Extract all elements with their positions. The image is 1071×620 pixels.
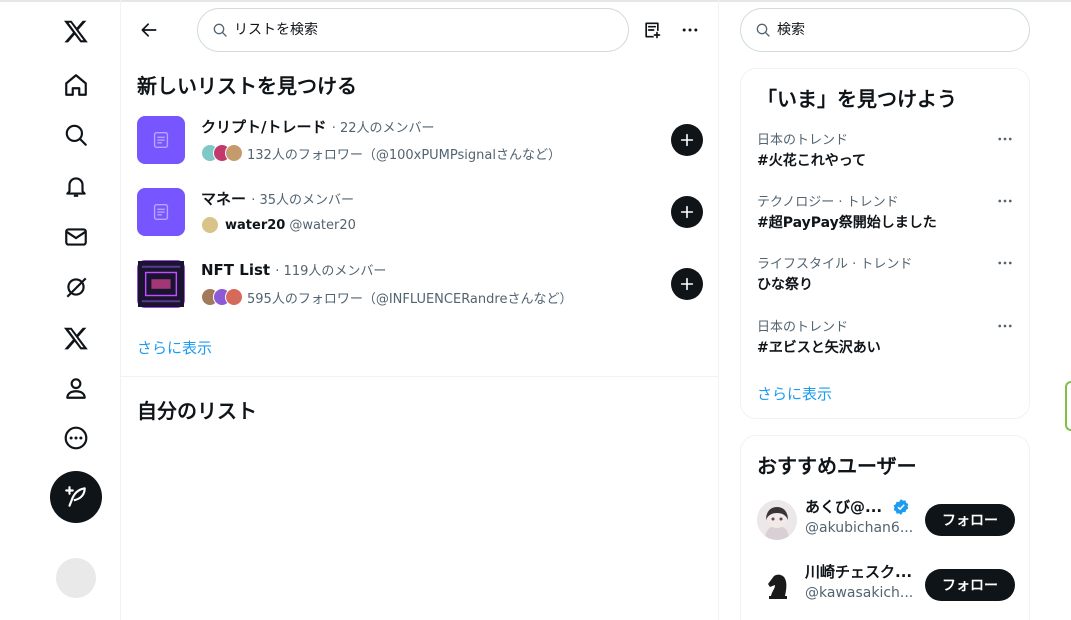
list-search-input[interactable] <box>234 22 594 38</box>
follow-list-button[interactable] <box>671 268 703 300</box>
search-icon <box>213 23 227 37</box>
user-handle: @kawasakich... <box>805 585 914 601</box>
list-thumbnail <box>137 188 185 236</box>
list-member-count: · 119人のメンバー <box>275 264 387 279</box>
list-thumbnail <box>137 116 185 164</box>
list-followers: 132人のフォロワー（@100xPUMPsignalさんなど） <box>201 142 561 164</box>
trend-name: #超PayPay祭開始しました <box>757 215 937 231</box>
trend-more-button[interactable] <box>993 316 1017 336</box>
more-icon[interactable] <box>50 418 102 458</box>
notifications-icon[interactable] <box>50 166 102 206</box>
show-more-trends-link[interactable]: さらに表示 <box>757 383 832 404</box>
list-title: NFT List · 119人のメンバー <box>201 261 387 279</box>
trends-card: 「いま」を見つけよう 日本のトレンド #火花これやって テクノロジー · トレン… <box>740 68 1030 419</box>
account-avatar[interactable] <box>56 558 96 598</box>
left-navigation <box>0 0 121 620</box>
list-followers: 595人のフォロワー（@INFLUENCERandreさんなど） <box>201 286 572 308</box>
trend-item[interactable]: テクノロジー · トレンド #超PayPay祭開始しました <box>757 191 1017 239</box>
x-logo-icon[interactable] <box>50 11 102 51</box>
user-avatar <box>757 565 797 605</box>
trend-name: #ヱビスと矢沢あい <box>757 340 881 356</box>
who-to-follow-card: おすすめユーザー あくび@... @akubichan6... フォロー 川崎チ… <box>740 435 1030 620</box>
ellipsis-icon <box>998 324 1012 328</box>
arrow-left-icon <box>141 23 157 37</box>
list-search-box[interactable] <box>197 8 629 52</box>
global-search-input[interactable] <box>777 22 1007 38</box>
user-handle: @akubichan6... <box>805 520 914 536</box>
more-options-button[interactable] <box>675 15 705 45</box>
ellipsis-icon <box>998 199 1012 203</box>
owner-handle: @water20 <box>289 217 356 233</box>
trend-name: #火花これやって <box>757 153 867 169</box>
suggested-user[interactable]: あくび@... @akubichan6... フォロー <box>757 496 1015 544</box>
main-column: 新しいリストを見つける クリプト/トレード · 22人のメンバー 132人のフォ… <box>121 0 719 620</box>
trend-item[interactable]: ライフスタイル · トレンド ひな祭り <box>757 253 1017 301</box>
list-item[interactable]: クリプト/トレード · 22人のメンバー 132人のフォロワー（@100xPUM… <box>137 116 703 178</box>
profile-icon[interactable] <box>50 368 102 408</box>
trend-category: 日本のトレンド <box>757 320 849 335</box>
ellipsis-icon <box>998 137 1012 141</box>
suggested-user[interactable]: 川崎チェスク... @kawasakich... フォロー <box>757 561 1015 609</box>
grok-icon[interactable] <box>50 267 102 307</box>
list-item[interactable]: マネー · 35人のメンバー water20 @water20 <box>137 188 703 250</box>
follower-avatars <box>201 288 243 306</box>
user-display-name: あくび@... <box>805 496 910 517</box>
user-display-name: 川崎チェスク... <box>805 563 913 581</box>
trend-category: 日本のトレンド <box>757 133 849 148</box>
owner-name: water20 <box>225 217 286 233</box>
messages-icon[interactable] <box>50 217 102 257</box>
show-more-link[interactable]: さらに表示 <box>137 337 212 358</box>
list-item[interactable]: NFT List · 119人のメンバー 595人のフォロワー（@INFLUEN… <box>137 260 703 322</box>
explore-icon[interactable] <box>50 115 102 155</box>
list-title: クリプト/トレード · 22人のメンバー <box>201 118 435 136</box>
follow-button[interactable]: フォロー <box>925 504 1015 536</box>
back-button[interactable] <box>133 14 165 46</box>
ellipsis-icon <box>682 28 698 32</box>
list-title: マネー · 35人のメンバー <box>201 190 355 208</box>
list-thumbnail <box>137 260 185 308</box>
trend-category: テクノロジー · トレンド <box>757 195 899 210</box>
list-document-icon <box>153 203 169 221</box>
follow-button[interactable]: フォロー <box>925 569 1015 601</box>
trends-title: 「いま」を見つけよう <box>757 87 957 111</box>
global-search-box[interactable] <box>740 8 1030 52</box>
verified-badge-icon <box>893 498 909 515</box>
trend-item[interactable]: 日本のトレンド #火花これやって <box>757 129 1017 177</box>
user-avatar <box>757 500 797 540</box>
follow-list-button[interactable] <box>671 124 703 156</box>
owner-avatar <box>201 216 219 234</box>
section-divider <box>121 376 719 377</box>
plus-icon <box>680 277 694 291</box>
list-member-count: · 22人のメンバー <box>331 121 435 136</box>
follower-avatars <box>201 144 243 162</box>
trend-item[interactable]: 日本のトレンド #ヱビスと矢沢あい <box>757 316 1017 364</box>
create-list-button[interactable] <box>637 15 667 45</box>
trend-name: ひな祭り <box>757 277 813 293</box>
search-icon <box>756 23 770 37</box>
list-member-count: · 35人のメンバー <box>251 193 355 208</box>
follow-list-button[interactable] <box>671 196 703 228</box>
list-document-icon <box>153 131 169 149</box>
plus-icon <box>680 205 694 219</box>
premium-icon[interactable] <box>50 318 102 358</box>
discover-lists-title: 新しいリストを見つける <box>137 74 357 98</box>
home-icon[interactable] <box>50 65 102 105</box>
ellipsis-icon <box>998 261 1012 265</box>
plus-icon <box>680 133 694 147</box>
trend-category: ライフスタイル · トレンド <box>757 257 913 272</box>
my-lists-title: 自分のリスト <box>137 399 257 423</box>
side-extension-tab[interactable] <box>1065 381 1071 431</box>
trend-more-button[interactable] <box>993 253 1017 273</box>
trend-more-button[interactable] <box>993 191 1017 211</box>
new-list-icon <box>645 22 661 39</box>
who-to-follow-title: おすすめユーザー <box>757 454 917 478</box>
chess-knight-icon <box>768 574 787 599</box>
trend-more-button[interactable] <box>993 129 1017 149</box>
nft-banner-image <box>138 261 184 307</box>
list-owner: water20 @water20 <box>201 214 356 236</box>
feather-plus-icon <box>65 486 86 507</box>
compose-post-button[interactable] <box>50 471 102 523</box>
